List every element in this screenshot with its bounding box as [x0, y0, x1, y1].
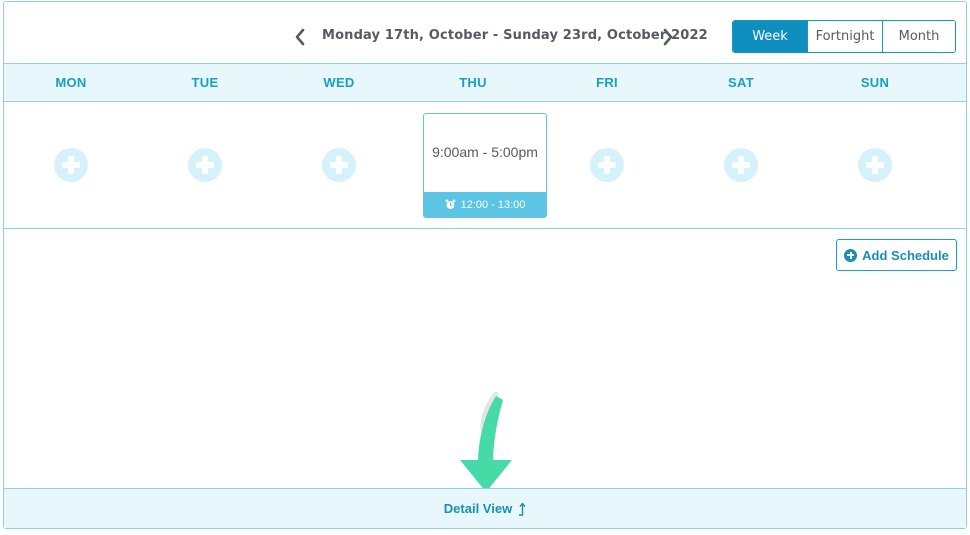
view-toggle: Week Fortnight Month — [732, 20, 956, 53]
day-header-tue: TUE — [191, 75, 219, 90]
cell-fri — [540, 102, 674, 228]
cell-tue — [138, 102, 272, 228]
add-shift-tue-plus-icon[interactable] — [188, 148, 222, 182]
add-shift-mon-plus-icon[interactable] — [54, 148, 88, 182]
shift-break-time: 12:00 - 13:00 — [460, 198, 526, 211]
add-shift-sat-plus-icon[interactable] — [724, 148, 758, 182]
detail-view-label: Detail View — [443, 501, 513, 516]
add-schedule-label: Add Schedule — [862, 247, 949, 263]
day-header-thu: THU — [459, 75, 487, 90]
cell-sat — [674, 102, 808, 228]
pointer-arrow-icon — [460, 391, 512, 492]
view-fortnight-button[interactable]: Fortnight — [807, 21, 882, 52]
day-header-row: MON TUE WED THU FRI SAT SUN — [4, 63, 966, 102]
chevron-left-icon — [295, 28, 305, 46]
view-month-button[interactable]: Month — [882, 21, 955, 52]
add-shift-fri-plus-icon[interactable] — [590, 148, 624, 182]
expand-arrow-icon — [519, 502, 526, 516]
day-header-sun: SUN — [860, 75, 890, 90]
plus-circle-icon — [844, 248, 858, 262]
add-schedule-button[interactable]: Add Schedule — [836, 239, 957, 271]
shift-time: 9:00am - 5:00pm — [432, 144, 538, 160]
add-shift-sun-plus-icon[interactable] — [858, 148, 892, 182]
chevron-right-icon — [663, 28, 673, 46]
footer-bar: Detail View — [4, 488, 966, 528]
alarm-clock-icon — [445, 199, 455, 209]
cell-wed — [272, 102, 406, 228]
date-range-title: Monday 17th, October - Sunday 23rd, Octo… — [322, 28, 708, 43]
day-header-wed: WED — [323, 75, 355, 90]
day-header-mon: MON — [55, 75, 87, 90]
next-week-button[interactable] — [658, 24, 678, 50]
shift-break-bar: 12:00 - 13:00 — [424, 192, 546, 217]
week-scheduler: Monday 17th, October - Sunday 23rd, Octo… — [3, 1, 967, 529]
day-header-fri: FRI — [596, 75, 618, 90]
cell-mon — [4, 102, 138, 228]
previous-week-button[interactable] — [290, 24, 310, 50]
detail-view-link[interactable]: Detail View — [444, 501, 526, 516]
view-week-button[interactable]: Week — [733, 21, 807, 52]
cell-sun — [808, 102, 942, 228]
shift-card-thu[interactable]: 9:00am - 5:00pm 12:00 - 13:00 — [423, 113, 547, 218]
section-divider — [4, 228, 966, 229]
add-shift-wed-plus-icon[interactable] — [322, 148, 356, 182]
day-header-sat: SAT — [728, 75, 754, 90]
scheduler-header: Monday 17th, October - Sunday 23rd, Octo… — [4, 2, 966, 63]
